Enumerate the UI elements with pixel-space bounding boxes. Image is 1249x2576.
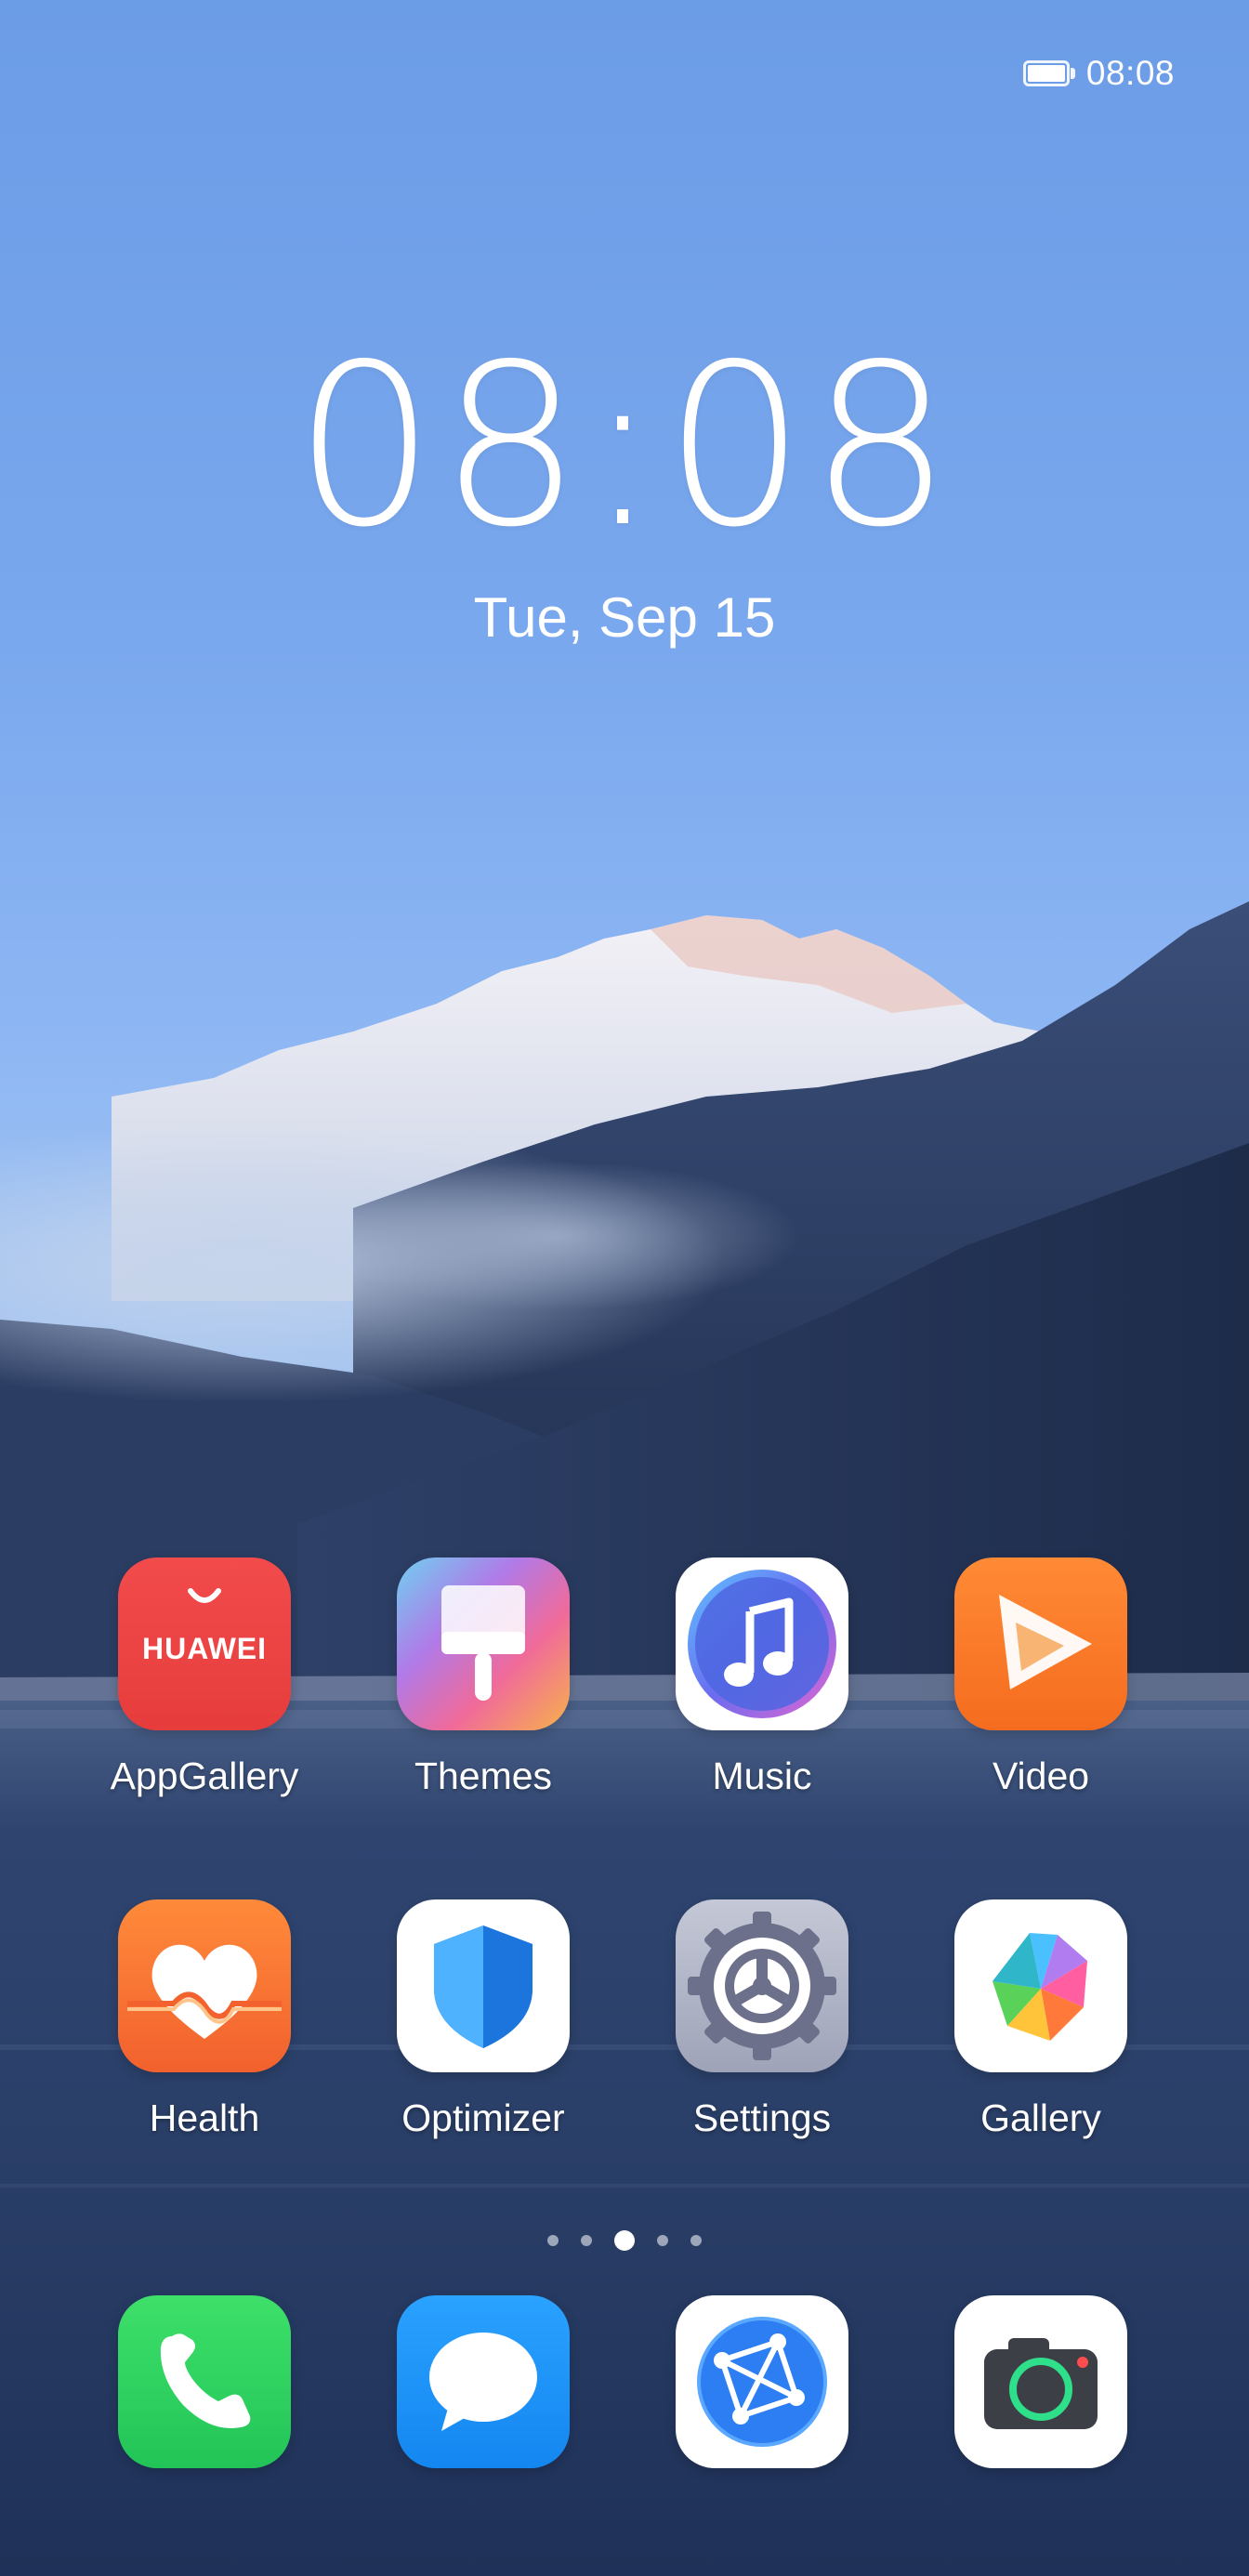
themes-brush-icon (397, 1557, 570, 1730)
app-video[interactable]: Video (929, 1557, 1152, 1798)
app-gallery[interactable]: Gallery (929, 1899, 1152, 2140)
home-screen: 08:08 08:08 Tue, Sep 15 HUAWEI AppGaller… (0, 0, 1249, 2576)
dock-camera[interactable] (929, 2295, 1152, 2468)
status-bar: 08:08 (1022, 50, 1175, 97)
app-label: Gallery (980, 2096, 1101, 2139)
app-appgallery[interactable]: HUAWEI AppGallery (93, 1557, 316, 1798)
browser-icon (676, 2295, 848, 2468)
page-dot[interactable] (690, 2235, 702, 2246)
app-label: Optimizer (401, 2096, 565, 2139)
clock-date[interactable]: Tue, Sep 15 (0, 585, 1249, 650)
dock-browser[interactable] (651, 2295, 874, 2468)
app-label: AppGallery (110, 1755, 299, 1797)
music-note-icon (676, 1557, 848, 1730)
app-label: Health (149, 2096, 260, 2139)
page-dot[interactable] (581, 2235, 592, 2246)
dock-phone[interactable] (93, 2295, 316, 2468)
appgallery-icon-text: HUAWEI (142, 1632, 267, 1665)
dock-messages[interactable] (372, 2295, 595, 2468)
app-settings[interactable]: Settings (651, 1899, 874, 2140)
video-play-icon (954, 1557, 1127, 1730)
page-dot[interactable] (657, 2235, 668, 2246)
app-label: Video (992, 1755, 1090, 1797)
app-optimizer[interactable]: Optimizer (372, 1899, 595, 2140)
health-heart-icon (118, 1899, 291, 2072)
clock-time[interactable]: 08:08 (0, 335, 1249, 558)
app-label: Themes (414, 1755, 553, 1797)
page-dot-current[interactable] (614, 2230, 635, 2251)
app-label: Music (712, 1755, 812, 1797)
appgallery-icon: HUAWEI (118, 1557, 291, 1730)
settings-gear-icon (676, 1899, 848, 2072)
app-music[interactable]: Music (651, 1557, 874, 1798)
status-time: 08:08 (1085, 54, 1175, 92)
app-label: Settings (692, 2096, 832, 2139)
app-health[interactable]: Health (93, 1899, 316, 2140)
gallery-petals-icon (954, 1899, 1127, 2072)
app-themes[interactable]: Themes (372, 1557, 595, 1798)
battery-icon (1022, 60, 1077, 86)
optimizer-shield-icon (397, 1899, 570, 2072)
messages-icon (397, 2295, 570, 2468)
page-dot[interactable] (547, 2235, 559, 2246)
camera-icon (954, 2295, 1127, 2468)
phone-icon (118, 2295, 291, 2468)
page-indicator[interactable] (0, 2230, 1249, 2251)
